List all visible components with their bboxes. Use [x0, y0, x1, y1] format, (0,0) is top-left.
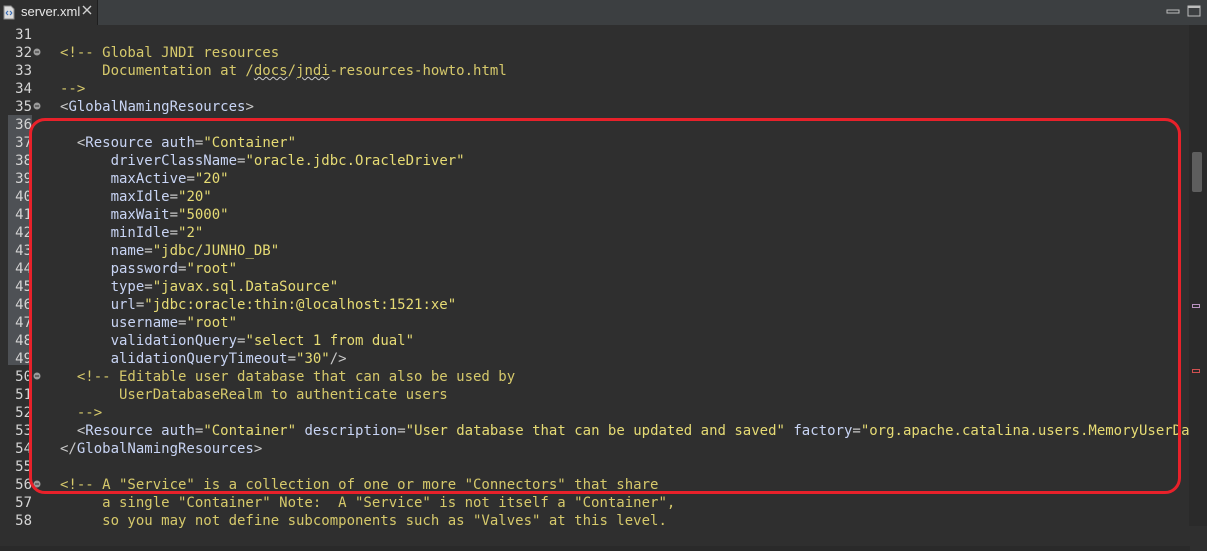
line-number: 37: [15, 135, 32, 151]
minimize-icon[interactable]: [1166, 5, 1180, 17]
code-text[interactable]: so you may not define subcomponents such…: [60, 512, 667, 530]
code-text[interactable]: a single "Container" Note: A "Service" i…: [60, 494, 675, 512]
scrollbar-thumb[interactable]: [1192, 152, 1202, 192]
code-token: <!-- Global JNDI resources: [60, 45, 280, 61]
code-line[interactable]: 35 <GlobalNamingResources>: [0, 98, 1190, 116]
code-line[interactable]: 31: [0, 26, 1190, 44]
line-number: 40: [15, 189, 32, 205]
maximize-icon[interactable]: [1187, 5, 1201, 17]
tab-server-xml[interactable]: server.xml: [0, 0, 98, 25]
code-line[interactable]: 33 Documentation at /docs/jndi-resources…: [0, 62, 1190, 80]
code-token: so you may not define subcomponents such…: [60, 513, 667, 529]
line-number: 43: [15, 243, 32, 259]
fold-collapse-icon[interactable]: [33, 102, 41, 110]
line-number: 46: [15, 297, 32, 313]
code-token: -resources-howto.html: [329, 63, 507, 79]
code-token: GlobalNamingResources: [68, 99, 246, 115]
line-number: 41: [15, 207, 32, 223]
code-line[interactable]: 58 so you may not define subcomponents s…: [0, 512, 1190, 530]
line-number: 47: [15, 315, 32, 331]
line-number: 50: [15, 369, 32, 385]
line-number: 39: [15, 171, 32, 187]
code-text[interactable]: <GlobalNamingResources>: [60, 98, 254, 116]
code-token: a single "Container" Note: A "Service" i…: [60, 495, 676, 511]
line-number: 38: [15, 153, 32, 169]
line-number: 31: [15, 27, 32, 43]
line-number: 44: [15, 261, 32, 277]
code-line[interactable]: 34 -->: [0, 80, 1190, 98]
xml-file-icon: [3, 5, 15, 20]
code-text[interactable]: <!-- Global JNDI resources: [60, 44, 279, 62]
code-token: jndi: [296, 63, 330, 79]
code-line[interactable]: 32 <!-- Global JNDI resources: [0, 44, 1190, 62]
code-token: docs: [253, 63, 288, 79]
code-editor[interactable]: 31 32 <!-- Global JNDI resources 33 Documen…: [0, 25, 1207, 551]
line-number: 57: [15, 495, 32, 511]
close-icon[interactable]: [81, 4, 93, 16]
line-number: 34: [15, 81, 32, 97]
code-line[interactable]: 57 a single "Container" Note: A "Service…: [0, 494, 1190, 512]
code-token: Documentation at /: [60, 63, 254, 79]
code-token: /: [287, 63, 297, 79]
line-number: 52: [15, 405, 32, 421]
line-number: 33: [15, 63, 32, 79]
code-text[interactable]: -->: [60, 80, 85, 98]
editor-tab-bar: server.xml: [0, 0, 1207, 25]
overview-marker-error[interactable]: [1192, 369, 1200, 373]
line-number: 49: [15, 351, 32, 367]
line-number: 55: [15, 459, 32, 475]
fold-collapse-icon[interactable]: [33, 48, 41, 56]
line-number: 56: [15, 477, 32, 493]
line-number: 32: [15, 45, 32, 61]
line-number: 54: [15, 441, 32, 457]
line-number: 51: [15, 387, 32, 403]
line-number: 48: [15, 333, 32, 349]
line-number: 35: [15, 99, 32, 115]
code-text[interactable]: Documentation at /docs/jndi-resources-ho…: [60, 62, 507, 80]
line-number: 36: [15, 117, 32, 133]
highlight-annotation-box: [29, 118, 1181, 494]
line-number: 42: [15, 225, 32, 241]
code-token: -->: [60, 81, 86, 97]
tab-label: server.xml: [21, 4, 81, 19]
line-number: 45: [15, 279, 32, 295]
line-number: 58: [15, 513, 32, 529]
horizontal-scrollbar[interactable]: [0, 546, 1190, 551]
line-number: 53: [15, 423, 32, 439]
vertical-scrollbar[interactable]: [1189, 25, 1207, 526]
code-token: >: [245, 99, 254, 115]
overview-marker-warning[interactable]: [1192, 304, 1200, 308]
